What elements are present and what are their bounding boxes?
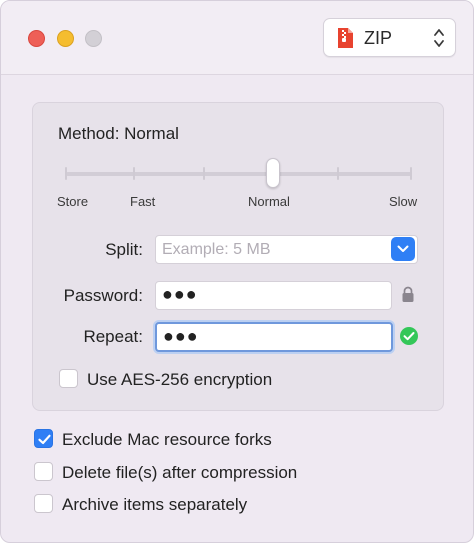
tick-label-fast: Fast: [130, 194, 156, 209]
minimize-button[interactable]: [57, 30, 74, 47]
aes-label: Use AES-256 encryption: [87, 370, 273, 389]
lock-icon: [402, 286, 414, 302]
updown-chevron-icon: [434, 29, 444, 47]
format-select[interactable]: ZIP: [323, 18, 456, 57]
password-label: Password:: [63, 286, 143, 305]
exclude-forks-label: Exclude Mac resource forks: [62, 430, 272, 449]
repeat-password-field[interactable]: ●●●: [155, 322, 393, 352]
password-value: ●●●: [162, 284, 198, 304]
tick-label-slow: Slow: [389, 194, 418, 209]
zip-file-icon: [338, 28, 353, 48]
split-label: Split:: [105, 240, 143, 259]
archive-options-window: ZIP Method: Normal Store Fast Normal Slo…: [0, 0, 474, 543]
method-title: Method: Normal: [58, 124, 179, 143]
archive-separately-label: Archive items separately: [62, 495, 248, 514]
split-dropdown-button[interactable]: [391, 237, 415, 261]
compression-slider-track[interactable]: [66, 172, 412, 176]
delete-after-label: Delete file(s) after compression: [62, 463, 298, 482]
slider-tick: [410, 167, 412, 180]
slider-tick: [65, 167, 67, 180]
aes-checkbox[interactable]: [59, 369, 78, 388]
password-field[interactable]: ●●●: [155, 281, 392, 310]
repeat-label: Repeat:: [83, 327, 143, 346]
close-button[interactable]: [28, 30, 45, 47]
tick-label-store: Store: [57, 194, 89, 209]
chevron-down-icon: [397, 245, 409, 252]
split-input[interactable]: Example: 5 MB: [155, 235, 418, 264]
slider-tick: [203, 167, 205, 180]
zoom-button[interactable]: [85, 30, 102, 47]
slider-tick: [337, 167, 339, 180]
compression-slider-knob[interactable]: [266, 158, 280, 188]
exclude-forks-checkbox[interactable]: [34, 429, 53, 448]
compression-settings-panel: Method: Normal Store Fast Normal Slow Sp…: [32, 102, 444, 411]
tick-label-normal: Normal: [248, 194, 290, 209]
title-bar: ZIP: [1, 1, 473, 75]
slider-tick: [133, 167, 135, 180]
checkmark-icon: [38, 434, 51, 445]
repeat-value: ●●●: [163, 326, 199, 346]
delete-after-checkbox[interactable]: [34, 462, 53, 481]
checkmark-circle-icon: [400, 327, 418, 345]
archive-separately-checkbox[interactable]: [34, 494, 53, 513]
format-select-value: ZIP: [364, 28, 393, 48]
